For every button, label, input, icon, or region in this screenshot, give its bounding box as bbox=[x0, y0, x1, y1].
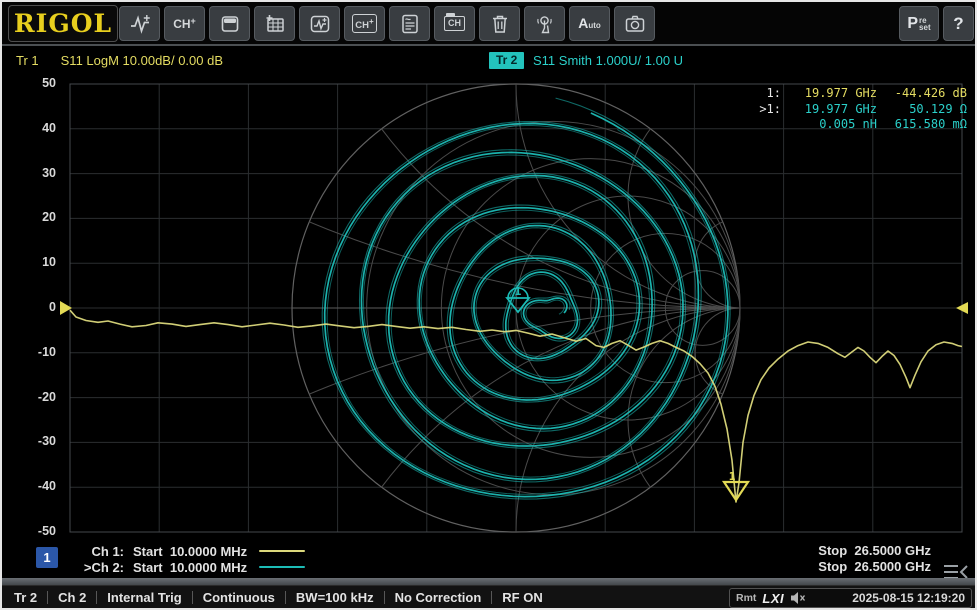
remote-status-box: Rmt LXI 2025-08-15 12:19:20 bbox=[729, 588, 972, 608]
svg-text:1: 1 bbox=[515, 285, 522, 298]
delete-button[interactable] bbox=[479, 6, 520, 41]
preset-icon: P bbox=[907, 15, 918, 33]
marker-row-value: 50.129 Ω bbox=[877, 102, 967, 118]
mute-speaker-icon[interactable] bbox=[790, 591, 806, 605]
trace1-annotation[interactable]: Tr 1S11 LogM 10.00dB/ 0.00 dB bbox=[16, 53, 223, 68]
ch-plus-icon: CH+ bbox=[173, 16, 196, 31]
status-if-bandwidth[interactable]: BW=100 kHz bbox=[296, 590, 374, 605]
rigol-logo-text: RIGOL bbox=[14, 9, 112, 38]
vna-screen: 1 1 RIGOL CH+ bbox=[0, 0, 977, 610]
marker-row-label bbox=[739, 117, 781, 133]
toolbar: RIGOL CH+ bbox=[2, 2, 975, 46]
help-button[interactable]: ? bbox=[943, 6, 974, 41]
status-rf-state[interactable]: RF ON bbox=[502, 590, 542, 605]
datetime-display: 2025-08-15 12:19:20 bbox=[852, 591, 965, 605]
table-plus-icon bbox=[263, 12, 287, 36]
trash-icon bbox=[488, 12, 512, 36]
marker-row-value: 615.580 mΩ bbox=[877, 117, 967, 133]
add-channel-button[interactable]: CH+ bbox=[164, 6, 205, 41]
preset-button[interactable]: Preset bbox=[899, 6, 939, 41]
y-tick: 20 bbox=[16, 210, 56, 224]
screenshot-button[interactable] bbox=[614, 6, 655, 41]
framed-pulse-icon bbox=[308, 12, 332, 36]
y-tick: -30 bbox=[16, 434, 56, 448]
help-icon: ? bbox=[953, 14, 963, 34]
y-tick: 0 bbox=[16, 300, 56, 314]
marker-row-freq: 19.977 GHz bbox=[781, 102, 877, 118]
svg-text:1: 1 bbox=[729, 470, 736, 483]
y-tick: 30 bbox=[16, 166, 56, 180]
status-active-trace[interactable]: Tr 2 bbox=[14, 590, 37, 605]
pulse-plus-icon bbox=[128, 12, 152, 36]
status-correction[interactable]: No Correction bbox=[395, 590, 482, 605]
status-sweep-mode[interactable]: Continuous bbox=[203, 590, 275, 605]
remote-indicator: Rmt bbox=[736, 592, 756, 604]
y-tick: 50 bbox=[16, 76, 56, 90]
touch-icon bbox=[533, 12, 557, 36]
marker-row-freq: 0.005 nH bbox=[781, 117, 877, 133]
folder-ch-icon: CH bbox=[444, 16, 465, 31]
y-tick: 10 bbox=[16, 255, 56, 269]
channel1-stop: Stop 26.5000 GHz bbox=[818, 543, 931, 559]
status-active-channel[interactable]: Ch 2 bbox=[58, 590, 86, 605]
window-layout-icon bbox=[218, 12, 242, 36]
trace-window-button[interactable] bbox=[299, 6, 340, 41]
trace2-badge[interactable]: Tr 2 bbox=[489, 52, 524, 69]
lxi-logo: LXI bbox=[762, 591, 784, 606]
marker-row-freq: 19.977 GHz bbox=[781, 86, 877, 102]
page-number-badge[interactable]: 1 bbox=[36, 547, 58, 568]
marker-row-value: -44.426 dB bbox=[877, 86, 967, 102]
camera-icon bbox=[623, 12, 647, 36]
document-trace-icon bbox=[398, 12, 422, 36]
file-channel-button[interactable]: CH bbox=[434, 6, 475, 41]
touch-mode-button[interactable] bbox=[524, 6, 565, 41]
trace1-color-sample bbox=[259, 550, 305, 553]
add-trace-button[interactable] bbox=[119, 6, 160, 41]
marker-readout: 1: 19.977 GHz -44.426 dB >1: 19.977 GHz … bbox=[739, 86, 967, 133]
panel-divider[interactable] bbox=[2, 578, 975, 586]
channel2-row[interactable]: >Ch 2: Start 10.0000 MHz bbox=[72, 559, 305, 575]
y-tick: -50 bbox=[16, 524, 56, 538]
channel-window-button[interactable]: CH+ bbox=[344, 6, 385, 41]
trace2-color-sample bbox=[259, 566, 305, 569]
channel2-stop: Stop 26.5000 GHz bbox=[818, 559, 931, 575]
rigol-logo: RIGOL bbox=[8, 5, 118, 42]
auto-icon: Auto bbox=[578, 15, 601, 33]
trace2-annotation[interactable]: S11 Smith 1.000U/ 1.00 U bbox=[533, 53, 683, 68]
y-tick: -20 bbox=[16, 390, 56, 404]
framed-ch-plus-icon: CH+ bbox=[352, 14, 376, 33]
save-trace-data-button[interactable] bbox=[389, 6, 430, 41]
marker-table-button[interactable] bbox=[254, 6, 295, 41]
auto-scale-button[interactable]: Auto bbox=[569, 6, 610, 41]
y-tick: 40 bbox=[16, 121, 56, 135]
y-tick: -10 bbox=[16, 345, 56, 359]
window-layout-button[interactable] bbox=[209, 6, 250, 41]
marker-row-label: 1: bbox=[739, 86, 781, 102]
channel1-row[interactable]: Ch 1: Start 10.0000 MHz bbox=[72, 543, 305, 559]
y-tick: -40 bbox=[16, 479, 56, 493]
status-trigger[interactable]: Internal Trig bbox=[107, 590, 181, 605]
marker-row-label: >1: bbox=[739, 102, 781, 118]
